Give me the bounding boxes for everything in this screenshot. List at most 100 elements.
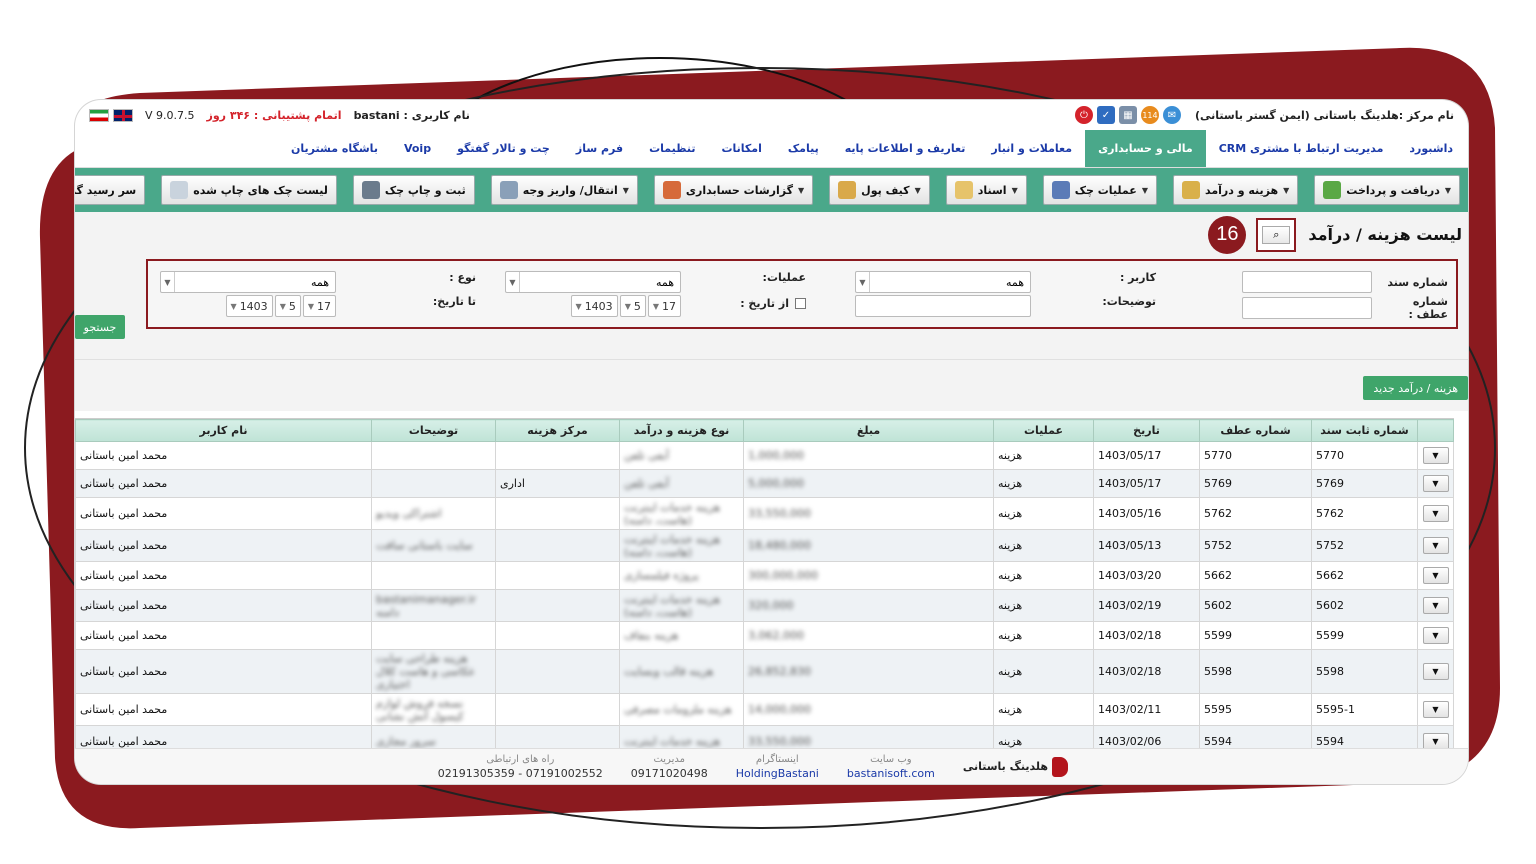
to-month-value: 5 — [288, 299, 296, 313]
english-flag-icon[interactable] — [113, 108, 133, 122]
website-link[interactable]: bastanisoft.com — [847, 767, 935, 781]
nav-sms[interactable]: پیامک — [775, 130, 832, 167]
main-nav: داشبورد مدیریت ارتباط با مشتری CRM مالی … — [75, 130, 1468, 168]
row-menu-button[interactable]: ▼ — [1422, 663, 1449, 680]
chevron-down-icon: ▼ — [652, 301, 659, 311]
search-icon[interactable]: ⌕ — [1262, 225, 1291, 244]
list-icon — [170, 181, 189, 199]
nav-dashboard[interactable]: داشبورد — [1396, 130, 1466, 167]
table-row[interactable]: ▼ 5752 5752 1403/05/13 هزینه 18,480,000 هزینه … — [75, 529, 1454, 562]
col-description[interactable]: توضیحات — [371, 419, 496, 442]
documents-button[interactable]: ▼ اسناد — [945, 175, 1027, 205]
nav-chat[interactable]: چت و تالار گفتگو — [444, 130, 563, 167]
print-check-button[interactable]: ثبت و چاپ چک — [352, 175, 475, 205]
from-day-select[interactable]: ▼ 17 — [647, 295, 681, 317]
cell-date-text: 1403/05/17 — [1098, 449, 1162, 462]
row-menu-button[interactable]: ▼ — [1422, 627, 1449, 644]
from-month-select[interactable]: ▼ 5 — [619, 295, 646, 317]
tasks-icon[interactable]: ✓ — [1096, 106, 1115, 124]
table-row[interactable]: ▼ 5594 5594 1403/02/06 هزینه 33,550,000 هزینه … — [75, 725, 1454, 748]
filter-panel: شماره سند کاربر : همه ▼ عملیات: همه ▼ نوع … — [146, 259, 1458, 329]
to-year-select[interactable]: ▼ 1403 — [225, 295, 273, 317]
col-actions — [1417, 419, 1454, 442]
row-menu-button[interactable]: ▼ — [1422, 733, 1449, 748]
ref-number-input[interactable] — [1242, 297, 1372, 319]
col-user[interactable]: نام کاربر — [75, 419, 372, 442]
row-menu-button[interactable]: ▼ — [1422, 475, 1449, 492]
table-header-row: شماره ثابت سند شماره عطف تاریخ عملیات مب… — [75, 419, 1454, 442]
doc-number-input[interactable] — [1242, 271, 1372, 293]
nav-trade-warehouse[interactable]: معاملات و انبار — [978, 130, 1085, 167]
table-row[interactable]: ▼ 5762 5762 1403/05/16 هزینه 33,550,000 هزینه … — [75, 497, 1454, 530]
nav-finance[interactable]: مالی و حسابداری — [1085, 130, 1206, 167]
cell-actions: ▼ — [1417, 725, 1454, 748]
to-month-select[interactable]: ▼ 5 — [274, 295, 301, 317]
instagram-link[interactable]: HoldingBastani — [736, 767, 819, 781]
nav-settings[interactable]: تنظیمات — [636, 130, 708, 167]
chat-icon[interactable]: ✉ — [1162, 106, 1181, 124]
transfer-button[interactable]: ▼ انتقال/ واریز وجه — [490, 175, 638, 205]
cell-description: سرور مجازی — [371, 725, 496, 748]
from-year-select[interactable]: ▼ 1403 — [570, 295, 618, 317]
row-menu-button[interactable]: ▼ — [1422, 701, 1449, 718]
table-row[interactable]: ▼ 5770 5770 1403/05/17 هزینه 1,000,000 آبفی تل… — [75, 441, 1454, 470]
ref-number-label: شماره عطف : — [1408, 295, 1448, 321]
expense-income-button[interactable]: ▼ هزینه و درآمد — [1172, 175, 1299, 205]
nav-crm[interactable]: مدیریت ارتباط با مشتری CRM — [1206, 130, 1397, 167]
table-row[interactable]: ▼ 5662 5662 1403/03/20 هزینه 300,000,000 پروژه… — [75, 561, 1454, 590]
cell-description: نسخه فروش لوازم کیسول آتش نشانی — [371, 693, 496, 726]
col-operation[interactable]: عملیات — [993, 419, 1094, 442]
new-expense-income-button[interactable]: هزینه / درآمد جدید — [1363, 376, 1468, 400]
check-operations-button[interactable]: ▼ عملیات چک — [1042, 175, 1157, 205]
to-day-select[interactable]: ▼ 17 — [302, 295, 336, 317]
cell-user-text: محمد امین باستانی — [80, 629, 168, 642]
notification-count: 114 — [1142, 110, 1158, 120]
from-year-value: 1403 — [584, 299, 613, 313]
nav-base-definitions[interactable]: تعاریف و اطلاعات پایه — [832, 130, 979, 167]
row-menu-button[interactable]: ▼ — [1422, 447, 1449, 464]
col-cost-center[interactable]: مرکز هزینه — [495, 419, 620, 442]
col-type[interactable]: نوع هزینه و درآمد — [619, 419, 744, 442]
persian-flag-icon[interactable] — [89, 108, 109, 122]
search-button[interactable]: جستجو — [75, 315, 125, 339]
operation-select[interactable]: همه ▼ — [505, 271, 681, 293]
col-fixed-number[interactable]: شماره ثابت سند — [1311, 419, 1418, 442]
nav-voip[interactable]: Voip — [391, 130, 444, 167]
user-select-value: همه — [1005, 275, 1024, 289]
power-icon[interactable]: ⏻ — [1074, 106, 1093, 124]
wallet-button[interactable]: ▼ کیف پول — [829, 175, 930, 205]
user-select[interactable]: همه ▼ — [855, 271, 1031, 293]
cell-user: محمد امین باستانی — [75, 621, 372, 650]
cell-type-text: هزینه خدمات اینترنت (هاست، دامنه) — [624, 500, 721, 527]
nav-features[interactable]: امکانات — [708, 130, 774, 167]
printed-checks-button[interactable]: لیست چک های چاپ شده — [161, 175, 337, 205]
table-row[interactable]: ▼ 5598 5598 1403/02/18 هزینه 26,852,830 هزینه … — [75, 649, 1454, 694]
notification-icon[interactable]: 114 — [1140, 106, 1159, 124]
type-label: نوع : — [449, 271, 476, 284]
receive-pay-button[interactable]: ▼ دریافت و پرداخت — [1314, 175, 1460, 205]
calendar-icon[interactable]: ▦ — [1118, 106, 1137, 124]
table-row[interactable]: ▼ 5602 5602 1403/02/19 هزینه 320,000 هزینه خدم… — [75, 589, 1454, 622]
col-amount[interactable]: مبلغ — [743, 419, 994, 442]
cell-type-text: هزینه بنفاف — [624, 629, 679, 642]
row-menu-button[interactable]: ▼ — [1422, 537, 1449, 554]
from-date-checkbox[interactable] — [795, 298, 806, 309]
row-menu-button[interactable]: ▼ — [1422, 567, 1449, 584]
type-select[interactable]: همه ▼ — [160, 271, 336, 293]
row-menu-button[interactable]: ▼ — [1422, 505, 1449, 522]
cell-fixed-number: 5762 — [1311, 497, 1418, 530]
row-menu-button[interactable]: ▼ — [1422, 597, 1449, 614]
group-due-button[interactable]: سر رسید گروهی — [75, 175, 146, 205]
cell-amount-text: 320,000 — [748, 599, 794, 612]
nav-form-builder[interactable]: فرم ساز — [563, 130, 636, 167]
chevron-down-icon: ▼ — [1432, 479, 1439, 488]
table-row[interactable]: ▼ 5599 5599 1403/02/18 هزینه 3,062,000 هزینه ب… — [75, 621, 1454, 650]
col-date[interactable]: تاریخ — [1093, 419, 1200, 442]
nav-customer-club[interactable]: باشگاه مشتریان — [278, 130, 391, 167]
col-ref-number[interactable]: شماره عطف — [1199, 419, 1312, 442]
table-row[interactable]: ▼ 5769 5769 1403/05/17 هزینه 5,000,000 آبفی تل… — [75, 469, 1454, 498]
description-input[interactable] — [855, 295, 1031, 317]
table-row[interactable]: ▼ 5595-1 5595 1403/02/11 هزینه 14,000,000 هزین… — [75, 693, 1454, 726]
accounting-reports-button[interactable]: ▼ گزارشات حسابداری — [653, 175, 814, 205]
cell-amount-text: 33,550,000 — [748, 507, 811, 520]
